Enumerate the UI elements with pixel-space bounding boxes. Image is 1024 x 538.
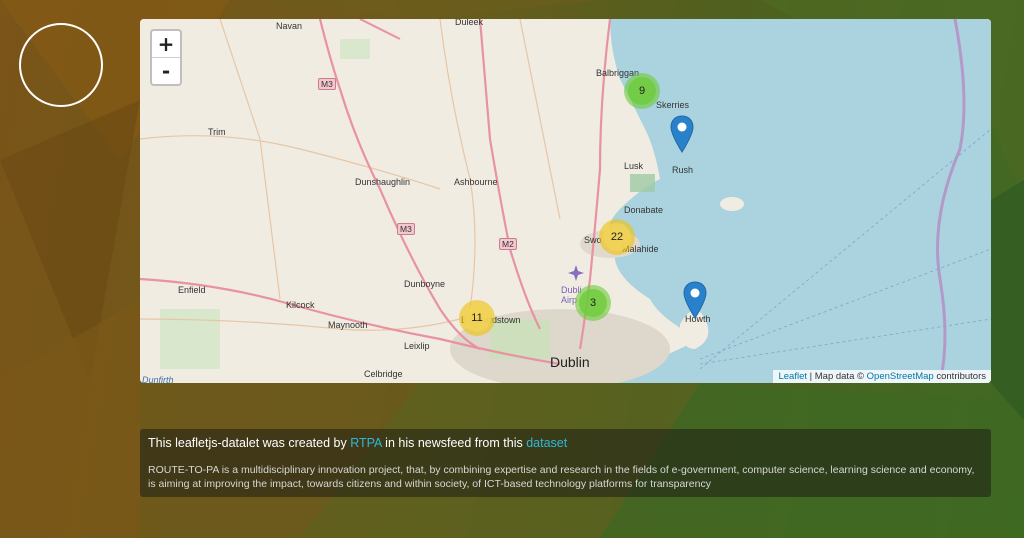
map-marker-icon[interactable] (670, 115, 694, 153)
place-label: Maynooth (328, 320, 368, 330)
creator-middle: in his newsfeed from this (381, 436, 527, 450)
osm-link[interactable]: OpenStreetMap (867, 371, 934, 382)
place-label: Duleek (455, 19, 484, 27)
place-label: Kilcock (286, 300, 315, 310)
marker-cluster[interactable]: 3 (575, 285, 611, 321)
marker-cluster[interactable]: 9 (624, 73, 660, 109)
dataset-link[interactable]: dataset (526, 436, 567, 450)
place-label: Trim (208, 127, 226, 137)
place-label: Dunfirth (142, 375, 174, 383)
cluster-count: 9 (628, 77, 656, 105)
attribution-text: | Map data © (807, 371, 867, 382)
place-label: Lusk (624, 161, 644, 171)
zoom-out-button[interactable]: - (152, 57, 180, 84)
creator-line: This leafletjs-datalet was created by RT… (148, 436, 983, 450)
leaflet-map[interactable]: + - Navan Duleek Balbriggan Skerries Tri… (140, 19, 991, 383)
map-attribution: Leaflet | Map data © OpenStreetMap contr… (773, 370, 991, 383)
place-label: Donabate (624, 205, 664, 215)
cluster-count: 3 (579, 289, 607, 317)
map-tiles (140, 19, 991, 383)
marker-cluster[interactable]: 11 (459, 300, 495, 336)
place-label: Dunboyne (404, 279, 446, 289)
place-label: Leixlip (404, 341, 430, 351)
place-label: Navan (276, 21, 303, 31)
project-description: ROUTE-TO-PA is a multidisciplinary innov… (148, 464, 975, 490)
place-label: Dunshaughlin (355, 177, 411, 187)
datalet-info-panel: This leafletjs-datalet was created by RT… (140, 429, 991, 497)
cluster-count: 22 (603, 223, 631, 251)
cluster-count: 11 (463, 304, 491, 332)
place-label: Dublin (550, 354, 590, 370)
place-label: Celbridge (364, 369, 403, 379)
attribution-suffix: contributors (933, 371, 986, 382)
map-marker-icon[interactable] (683, 281, 707, 319)
place-label: Rush (672, 165, 694, 175)
road-shield: M3 (397, 223, 415, 235)
road-shield: M3 (318, 78, 336, 90)
zoom-in-button[interactable]: + (152, 31, 180, 57)
zoom-control: + - (150, 29, 182, 86)
road-shield: M2 (499, 238, 517, 250)
place-label: Ashbourne (454, 177, 498, 187)
place-label: Enfield (178, 285, 206, 295)
place-label: Skerries (656, 100, 690, 110)
marker-cluster[interactable]: 22 (599, 219, 635, 255)
creator-prefix: This leafletjs-datalet was created by (148, 436, 351, 450)
author-link[interactable]: RTPA (350, 436, 382, 450)
loading-spinner (19, 23, 103, 107)
leaflet-link[interactable]: Leaflet (778, 371, 807, 382)
